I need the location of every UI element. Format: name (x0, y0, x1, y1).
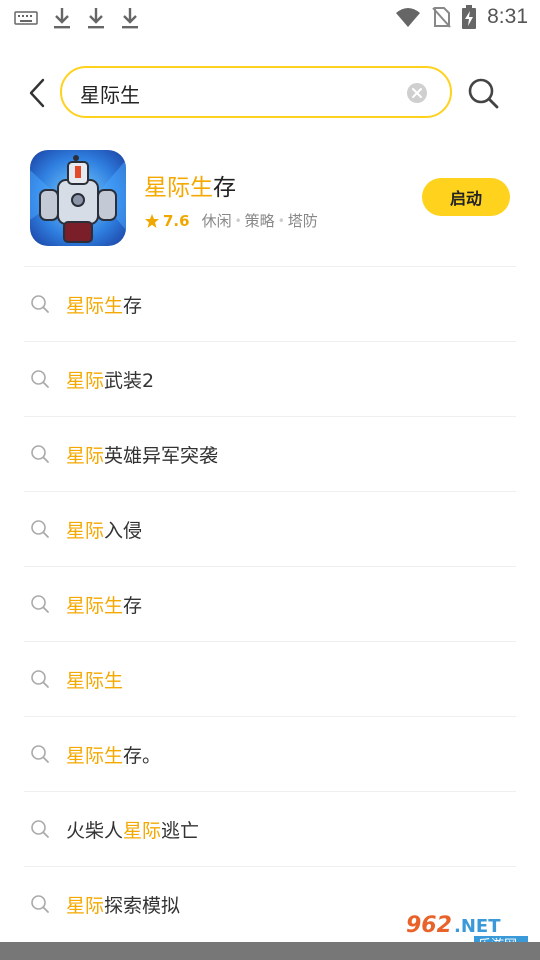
suggestion-label: 星际探索模拟 (66, 891, 180, 918)
chevron-left-icon (29, 78, 45, 108)
star-icon (145, 213, 159, 228)
bottom-edge (0, 942, 540, 960)
download-icon (54, 8, 70, 29)
search-icon (31, 445, 49, 463)
search-icon (31, 745, 49, 763)
suggestion-list: 星际生存 星际武装2 星际英雄异军突袭 星际入侵 星际生存 星际生 星际生存。 火柴人星际逃亡… (24, 266, 516, 941)
app-icon (30, 150, 126, 246)
suggestion-label: 星际生存 (66, 291, 142, 318)
suggestion-prefix: 火柴人 (66, 820, 124, 842)
search-box (60, 66, 452, 118)
search-icon (31, 370, 49, 388)
tag-separator: • (234, 213, 242, 228)
app-tag: 策略 (244, 212, 275, 230)
suggestion-highlight: 星际生 (66, 670, 124, 692)
app-result-card[interactable]: 星际生存 7.6 休闲 • 策略 • 塔防 启动 (0, 148, 540, 248)
tag-separator: • (277, 213, 285, 228)
suggestion-suffix: 英雄异军突袭 (104, 445, 219, 467)
watermark-suffix: .NET (454, 916, 501, 937)
clear-circle-icon (407, 83, 427, 103)
app-meta: 7.6 休闲 • 策略 • 塔防 (144, 210, 318, 231)
suggestion-label: 星际生存。 (66, 741, 161, 768)
keyboard-icon (14, 11, 38, 25)
suggestion-item[interactable]: 星际生 (24, 641, 516, 716)
back-button[interactable] (22, 78, 52, 108)
launch-button[interactable]: 启动 (422, 178, 510, 216)
search-icon (31, 820, 49, 838)
suggestion-suffix: 存。 (123, 745, 162, 767)
download-icon (122, 8, 138, 29)
suggestion-highlight: 星际 (66, 520, 105, 542)
suggestion-highlight: 星际生 (66, 745, 124, 767)
suggestion-suffix: 存 (123, 595, 143, 617)
no-sim-icon (432, 7, 451, 28)
download-icon (88, 8, 104, 29)
suggestion-suffix: 入侵 (104, 520, 143, 542)
suggestion-suffix: 逃亡 (161, 820, 200, 842)
suggestion-highlight: 星际 (66, 370, 105, 392)
suggestion-highlight: 星际 (123, 820, 162, 842)
app-tag: 塔防 (287, 212, 318, 230)
suggestion-item[interactable]: 星际入侵 (24, 491, 516, 566)
suggestion-label: 星际生 (66, 666, 123, 693)
suggestion-highlight: 星际 (66, 445, 105, 467)
app-tag: 休闲 (201, 212, 232, 230)
suggestion-suffix: 武装2 (104, 370, 155, 392)
search-icon (31, 595, 49, 613)
system-icons: 8:31 (395, 4, 528, 30)
robot-game-icon (30, 150, 126, 246)
app-rating: 7.6 (163, 211, 190, 230)
suggestion-item[interactable]: 星际英雄异军突袭 (24, 416, 516, 491)
search-input[interactable] (80, 78, 390, 108)
suggestion-item[interactable]: 星际生存 (24, 266, 516, 341)
suggestion-highlight: 星际 (66, 895, 105, 917)
battery-charging-icon (462, 5, 477, 29)
search-bar-row (0, 66, 540, 120)
search-icon (31, 520, 49, 538)
app-name-rest: 存 (213, 175, 236, 201)
suggestion-label: 星际入侵 (66, 516, 142, 543)
suggestion-highlight: 星际生 (66, 595, 124, 617)
suggestion-highlight: 星际生 (66, 295, 124, 317)
suggestion-label: 火柴人星际逃亡 (66, 816, 199, 843)
suggestion-item[interactable]: 星际武装2 (24, 341, 516, 416)
clock: 8:31 (487, 5, 528, 28)
watermark-number: 962 (406, 913, 452, 938)
suggestion-item[interactable]: 星际生存。 (24, 716, 516, 791)
suggestion-suffix: 探索模拟 (104, 895, 181, 917)
search-button[interactable] (466, 76, 500, 110)
suggestion-label: 星际武装2 (66, 366, 154, 393)
notification-icons (14, 6, 140, 30)
suggestion-label: 星际英雄异军突袭 (66, 441, 218, 468)
suggestion-label: 星际生存 (66, 591, 142, 618)
search-icon (31, 670, 49, 688)
app-name: 星际生存 (144, 168, 236, 202)
suggestion-item[interactable]: 火柴人星际逃亡 (24, 791, 516, 866)
clear-search-button[interactable] (406, 82, 428, 104)
suggestion-suffix: 存 (123, 295, 143, 317)
search-icon (31, 895, 49, 913)
search-icon (468, 78, 499, 109)
suggestion-item[interactable]: 星际生存 (24, 566, 516, 641)
app-name-highlight: 星际生 (144, 175, 213, 201)
wifi-icon (396, 8, 421, 27)
status-bar: 8:31 (0, 0, 540, 36)
search-icon (31, 295, 49, 313)
